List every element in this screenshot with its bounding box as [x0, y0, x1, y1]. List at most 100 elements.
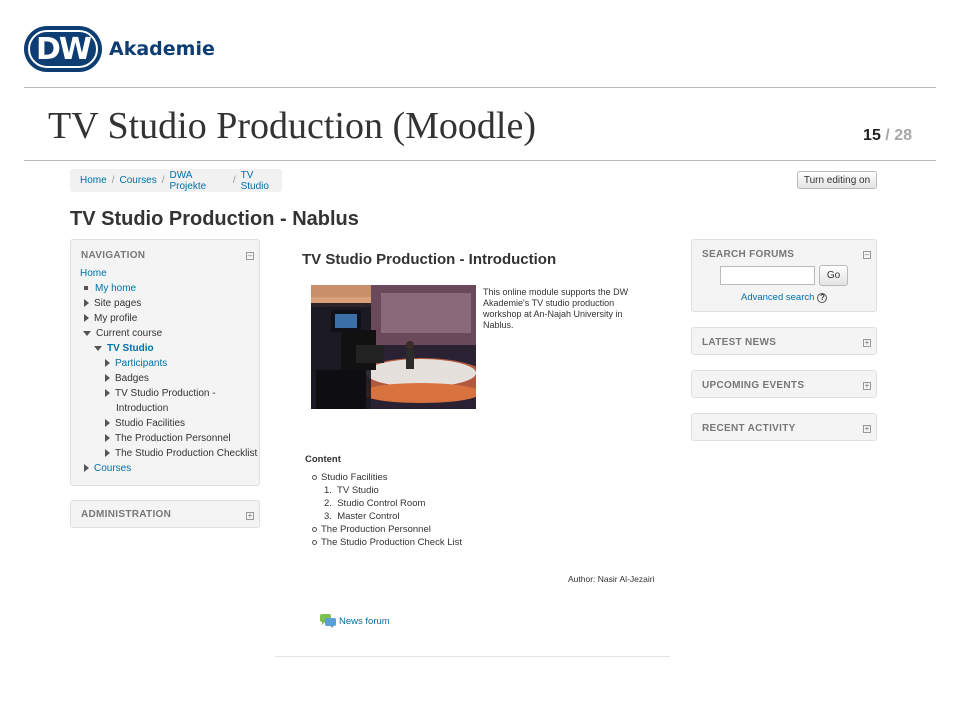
page-total: 28: [894, 127, 912, 144]
list-number: 2.: [324, 498, 332, 509]
bullet-icon: [84, 286, 88, 291]
list-item: Studio Facilities: [312, 472, 388, 483]
content-heading: Content: [305, 454, 341, 465]
course-title: TV Studio Production - Nablus: [70, 208, 359, 230]
section-title: TV Studio Production - Introduction: [302, 251, 557, 268]
bullet-circle-icon: [312, 526, 317, 532]
search-go-button[interactable]: Go: [819, 265, 848, 286]
advanced-search-link[interactable]: Advanced search ?: [741, 292, 828, 303]
nav-item-introduction[interactable]: TV Studio Production -: [105, 388, 216, 399]
nav-label: TV Studio: [107, 343, 154, 354]
upcoming-events-heading: UPCOMING EVENTS: [702, 380, 805, 391]
page-current: 15: [863, 127, 881, 144]
list-item: 2. Studio Control Room: [324, 498, 425, 509]
latest-news-heading: LATEST NEWS: [702, 337, 777, 348]
slide-page-number: 15 / 28: [863, 127, 912, 145]
nav-item-participants[interactable]: Participants: [105, 358, 167, 369]
collapse-icon[interactable]: –: [863, 251, 871, 259]
administration-block[interactable]: ADMINISTRATION +: [70, 500, 260, 528]
list-item-label: The Studio Production Check List: [321, 537, 462, 548]
content-divider: [275, 656, 670, 657]
news-forum-label: News forum: [339, 615, 390, 627]
forum-icon: [320, 614, 336, 628]
nav-item-studio-facilities[interactable]: Studio Facilities: [105, 418, 185, 429]
breadcrumb-tv-studio[interactable]: TV Studio: [241, 170, 282, 192]
administration-heading: ADMINISTRATION: [81, 509, 172, 520]
breadcrumb-courses[interactable]: Courses: [119, 175, 156, 186]
expand-arrow-icon: [105, 419, 110, 428]
breadcrumb-divider: /: [161, 175, 165, 186]
nav-item-production-checklist[interactable]: The Studio Production Checklist: [105, 448, 257, 459]
nav-item-home[interactable]: Home: [80, 268, 107, 279]
navigation-heading: NAVIGATION: [81, 250, 146, 261]
nav-label: Current course: [96, 328, 163, 339]
nav-item-site-pages[interactable]: Site pages: [84, 298, 141, 309]
list-item-label: Studio Facilities: [321, 472, 388, 483]
expand-icon[interactable]: +: [863, 339, 871, 347]
title-divider: [24, 160, 936, 161]
nav-item-badges[interactable]: Badges: [105, 373, 149, 384]
expand-arrow-icon: [105, 359, 110, 368]
upcoming-events-block[interactable]: UPCOMING EVENTS +: [691, 370, 877, 398]
studio-photo: [311, 285, 476, 409]
search-forums-input[interactable]: [720, 266, 815, 285]
nav-label: Courses: [94, 463, 132, 474]
collapse-icon[interactable]: –: [246, 252, 254, 260]
nav-label: Site pages: [94, 298, 142, 309]
nav-label: Badges: [115, 373, 149, 384]
bullet-circle-icon: [312, 474, 317, 480]
expand-arrow-icon: [84, 314, 89, 323]
list-number: 1.: [324, 485, 332, 496]
expand-arrow-icon: [105, 434, 110, 443]
nav-label: My profile: [94, 313, 138, 324]
collapse-arrow-icon: [83, 330, 91, 336]
news-forum-link[interactable]: News forum: [320, 614, 390, 628]
nav-label: The Studio Production Checklist: [115, 448, 258, 459]
list-item-label: The Production Personnel: [321, 524, 431, 535]
intro-text: This online module supports the DW Akade…: [483, 287, 629, 330]
expand-arrow-icon: [105, 389, 110, 398]
nav-item-tv-studio[interactable]: TV Studio: [94, 343, 154, 354]
nav-label: Studio Facilities: [115, 418, 186, 429]
expand-arrow-icon: [105, 374, 110, 383]
akademie-logo-text: Akademie: [109, 38, 215, 60]
nav-item-my-home[interactable]: My home: [84, 283, 136, 294]
nav-item-my-profile[interactable]: My profile: [84, 313, 137, 324]
list-item: 3. Master Control: [324, 511, 400, 522]
latest-news-block[interactable]: LATEST NEWS +: [691, 327, 877, 355]
recent-activity-heading: RECENT ACTIVITY: [702, 423, 796, 434]
nav-item-production-personnel[interactable]: The Production Personnel: [105, 433, 231, 444]
expand-arrow-icon: [105, 449, 110, 458]
nav-item-courses[interactable]: Courses: [84, 463, 131, 474]
list-item: 1. TV Studio: [324, 485, 379, 496]
search-forums-block: SEARCH FORUMS – Go Advanced search ?: [691, 239, 877, 312]
advanced-search-label: Advanced search: [741, 292, 815, 303]
list-number: 3.: [324, 511, 332, 522]
breadcrumb-home[interactable]: Home: [80, 175, 107, 186]
list-item-label: Master Control: [337, 511, 400, 522]
turn-editing-on-button[interactable]: Turn editing on: [797, 171, 877, 189]
list-item-label: TV Studio: [337, 485, 379, 496]
expand-icon[interactable]: +: [863, 425, 871, 433]
expand-icon[interactable]: +: [863, 382, 871, 390]
header-divider: [24, 87, 936, 88]
nav-label: The Production Personnel: [115, 433, 231, 444]
help-icon[interactable]: ?: [817, 292, 828, 303]
expand-icon[interactable]: +: [246, 512, 254, 520]
nav-label: My home: [95, 283, 137, 294]
list-item: The Studio Production Check List: [312, 537, 462, 548]
recent-activity-block[interactable]: RECENT ACTIVITY +: [691, 413, 877, 441]
dw-akademie-logo: DW Akademie: [24, 26, 215, 72]
author-credit: Author: Nasir Al-Jezairi: [568, 574, 655, 584]
search-forums-heading: SEARCH FORUMS: [702, 249, 795, 260]
nav-item-current-course[interactable]: Current course: [83, 328, 162, 339]
page-separator: /: [885, 127, 890, 144]
dw-logo-mark: DW: [24, 26, 102, 72]
breadcrumb: Home / Courses / DWA Projekte / TV Studi…: [70, 169, 282, 192]
collapse-arrow-icon: [94, 345, 102, 351]
navigation-block: NAVIGATION – Home My home Site pages My …: [70, 239, 260, 486]
nav-item-introduction-cont[interactable]: Introduction: [116, 403, 168, 414]
list-item-label: Studio Control Room: [337, 498, 426, 509]
breadcrumb-dwa-projekte[interactable]: DWA Projekte: [170, 170, 228, 192]
expand-arrow-icon: [84, 299, 89, 308]
